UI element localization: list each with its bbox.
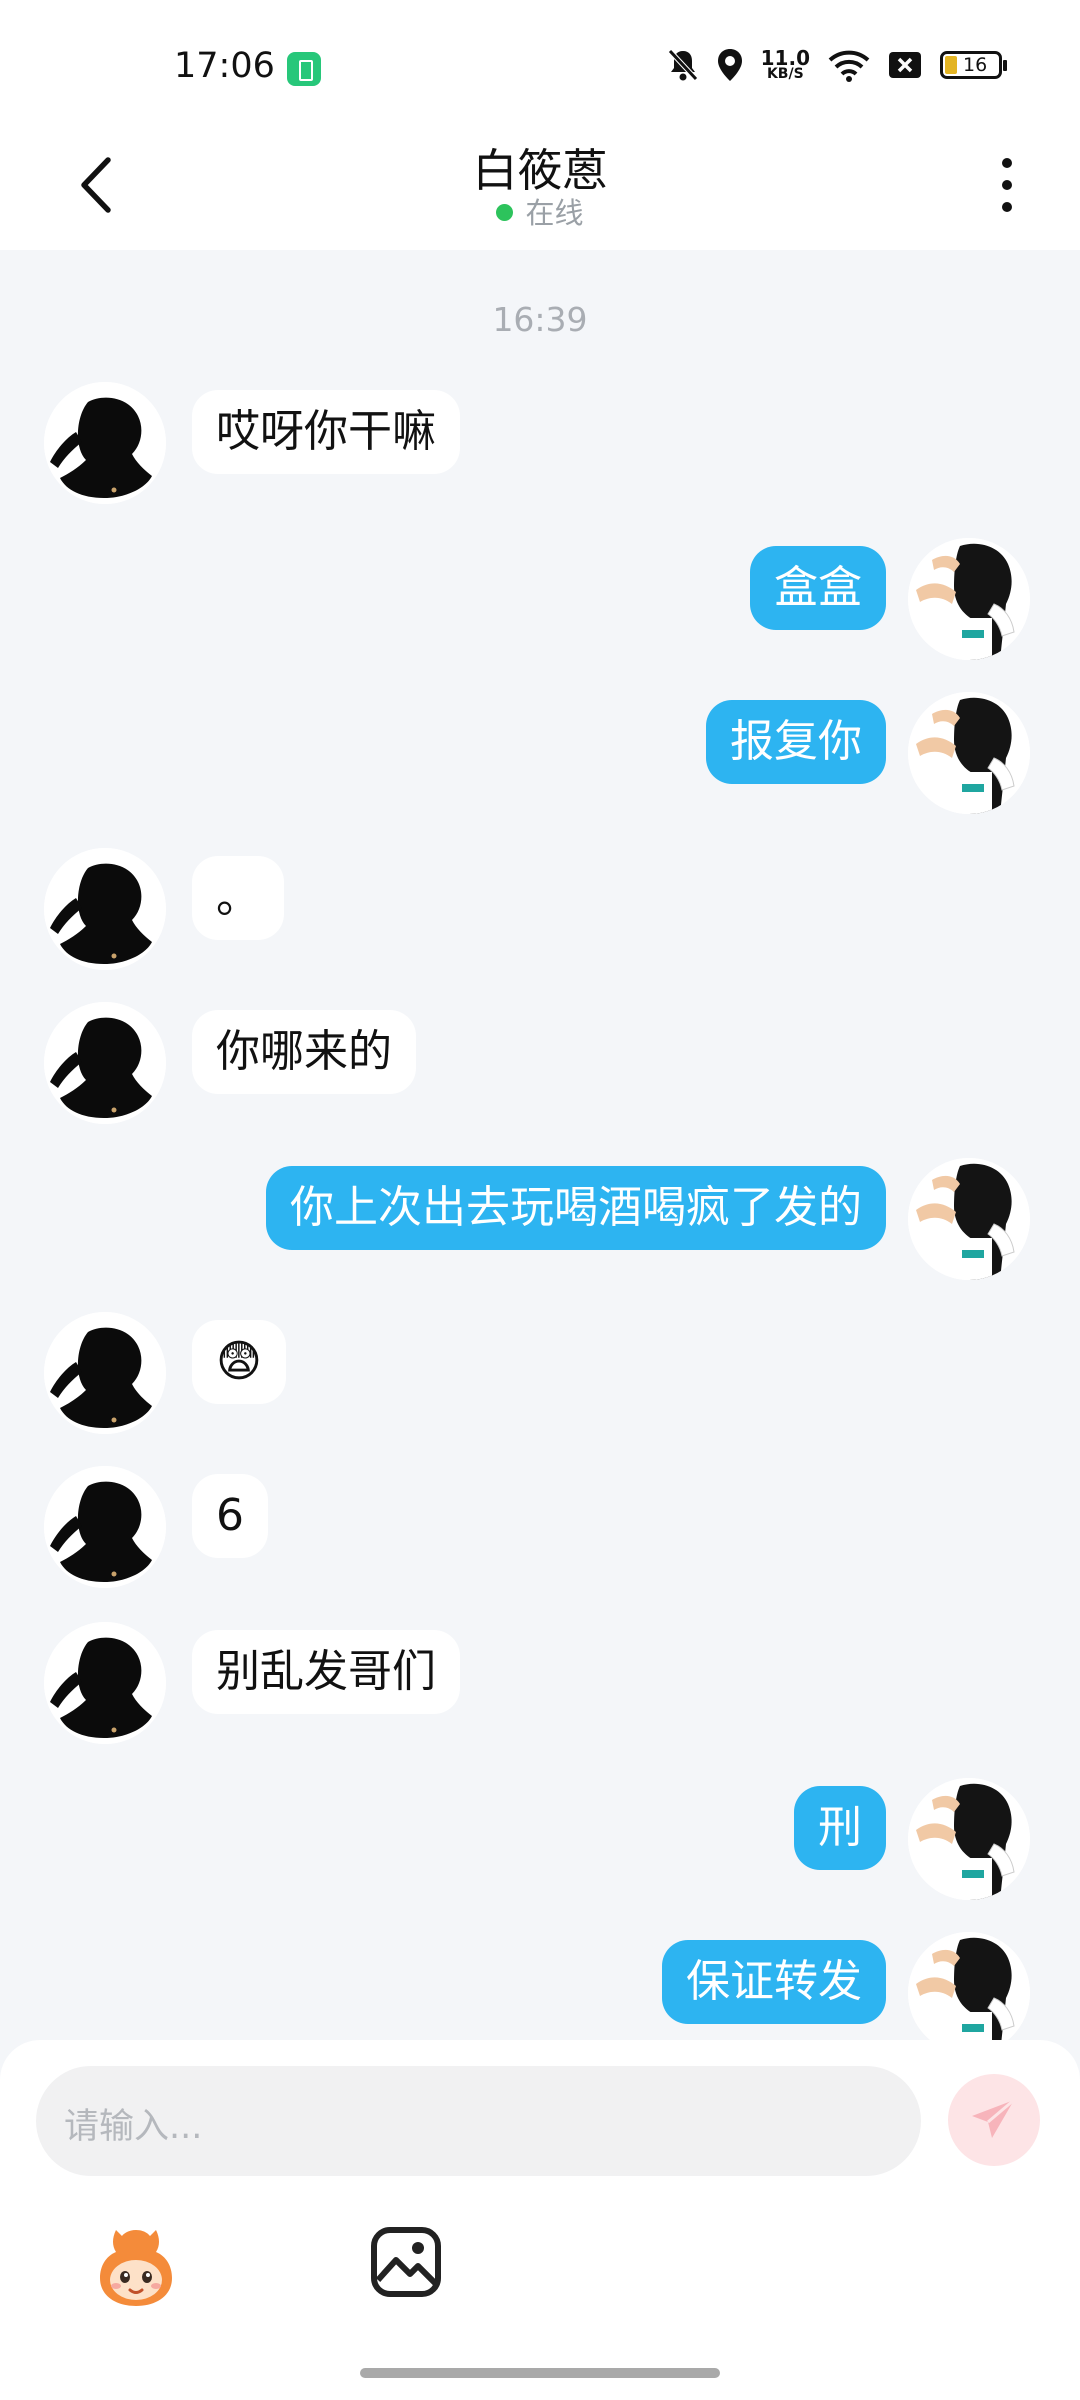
- net-speed: 11.0 KB/S: [761, 48, 810, 82]
- message-bubble[interactable]: 你上次出去玩喝酒喝疯了发的: [266, 1166, 886, 1250]
- message-bubble[interactable]: 保证转发: [662, 1940, 886, 2024]
- user-avatar[interactable]: [908, 692, 1030, 814]
- app-notification-icon: [287, 52, 321, 86]
- message-input-placeholder: 请输入...: [64, 2107, 203, 2147]
- mute-bell-icon: [667, 48, 699, 82]
- status-time: 17:06: [174, 46, 275, 86]
- user-avatar[interactable]: [908, 1778, 1030, 1900]
- message-bubble[interactable]: 刑: [794, 1786, 886, 1870]
- message-bubble[interactable]: 你哪来的: [192, 1010, 416, 1094]
- presence-label: 在线: [525, 196, 584, 230]
- contact-avatar[interactable]: [44, 1622, 166, 1744]
- chat-header: 白筱蒽 在线: [0, 120, 1080, 250]
- message-timestamp: 16:39: [492, 300, 588, 339]
- message-bubble[interactable]: 别乱发哥们: [192, 1630, 460, 1714]
- status-icons: 11.0 KB/S 16: [667, 48, 1007, 82]
- message-bubble[interactable]: 。: [192, 856, 284, 940]
- send-icon: [972, 2098, 1015, 2138]
- message-row-incoming: 6: [0, 1466, 1080, 1590]
- message-row-outgoing: 盒盒: [0, 538, 1080, 662]
- message-row-outgoing: 你上次出去玩喝酒喝疯了发的: [0, 1158, 1080, 1282]
- message-bubble[interactable]: 报复你: [706, 700, 886, 784]
- message-row-incoming: 。: [0, 848, 1080, 972]
- contact-avatar[interactable]: [44, 382, 166, 504]
- status-bar: 17:06 11.0 KB/S 16: [0, 0, 1080, 120]
- message-row-incoming: 别乱发哥们: [0, 1622, 1080, 1746]
- contact-avatar[interactable]: [44, 848, 166, 970]
- user-avatar[interactable]: [908, 1158, 1030, 1280]
- location-icon: [717, 48, 743, 82]
- online-dot-icon: [496, 203, 514, 221]
- image-icon: [371, 2227, 441, 2297]
- message-bubble[interactable]: 😨: [192, 1320, 286, 1404]
- message-bubble[interactable]: 哎呀你干嘛: [192, 390, 460, 474]
- contact-avatar[interactable]: [44, 1466, 166, 1588]
- more-options-button[interactable]: [998, 150, 1016, 220]
- emoji-mascot-icon: [100, 2230, 172, 2306]
- battery-level: 16: [963, 54, 988, 76]
- message-row-incoming: 😨: [0, 1312, 1080, 1436]
- user-avatar[interactable]: [908, 1932, 1030, 2040]
- user-avatar[interactable]: [908, 538, 1030, 660]
- message-row-outgoing: 保证转发: [0, 1932, 1080, 2040]
- wifi-icon: [828, 48, 870, 82]
- contact-avatar[interactable]: [44, 1002, 166, 1124]
- message-input[interactable]: 请输入...: [36, 2066, 921, 2176]
- image-picker-button[interactable]: [368, 2224, 444, 2300]
- message-row-incoming: 哎呀你干嘛: [0, 382, 1080, 506]
- close-box-icon: [888, 48, 922, 82]
- message-bubble[interactable]: 6: [192, 1474, 268, 1558]
- message-row-incoming: 你哪来的: [0, 1002, 1080, 1126]
- message-row-outgoing: 刑: [0, 1778, 1080, 1902]
- presence-status: 在线: [0, 190, 1080, 232]
- contact-avatar[interactable]: [44, 1312, 166, 1434]
- more-vertical-icon: [1002, 158, 1012, 212]
- home-indicator[interactable]: [360, 2368, 720, 2378]
- net-speed-unit: KB/S: [766, 66, 804, 82]
- battery-icon: 16: [940, 48, 1007, 82]
- message-list[interactable]: 16:39 哎呀你干嘛 盒盒 报复你 。 你哪来的 你上次出去玩喝酒喝疯了发的 …: [0, 250, 1080, 2040]
- net-speed-value: 11.0: [760, 46, 810, 70]
- send-button[interactable]: [948, 2074, 1040, 2166]
- message-bubble[interactable]: 盒盒: [750, 546, 886, 630]
- message-row-outgoing: 报复你: [0, 692, 1080, 816]
- message-composer: 请输入...: [0, 2040, 1080, 2400]
- sticker-button[interactable]: [92, 2222, 180, 2310]
